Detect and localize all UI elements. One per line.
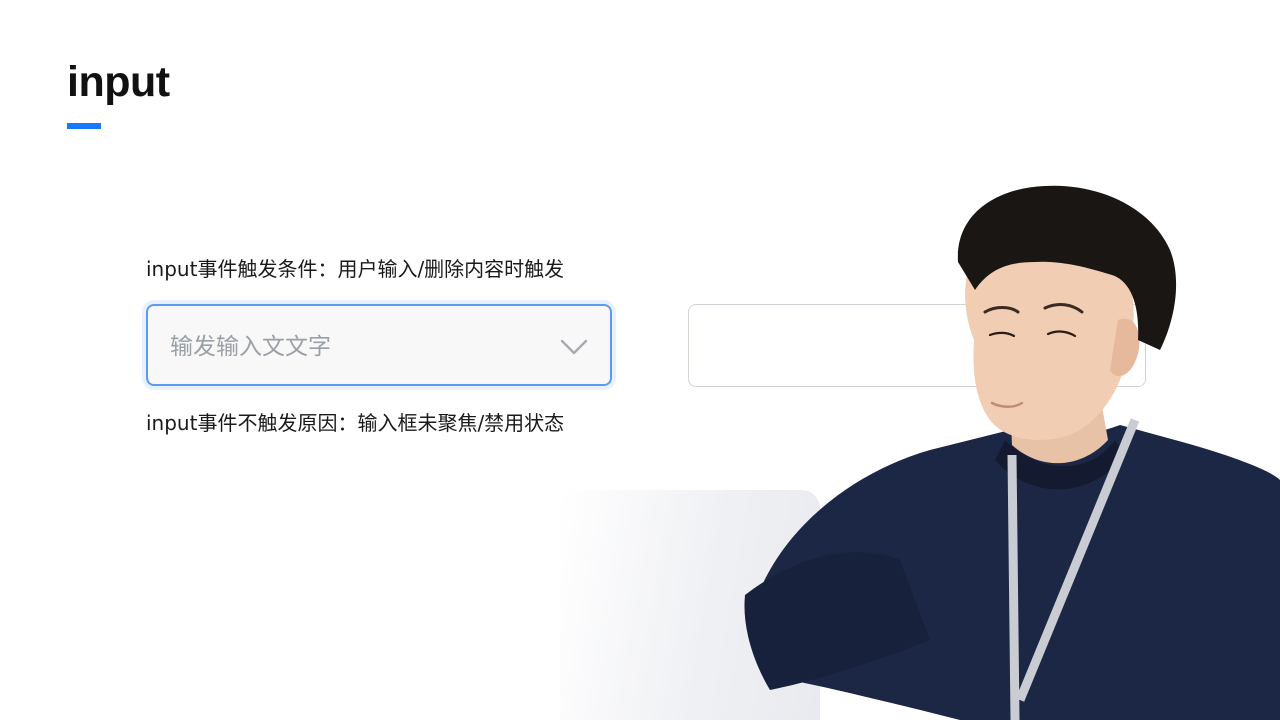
slide: input input事件触发条件：用户输入/删除内容时触发 输发输入文文字 i… bbox=[0, 0, 1280, 720]
page-title: input bbox=[67, 58, 170, 106]
trigger-caption: input事件触发条件：用户输入/删除内容时触发 bbox=[146, 257, 565, 281]
title-accent-bar bbox=[67, 123, 101, 129]
input-value: 输发输入文文字 bbox=[170, 334, 331, 360]
not-trigger-caption: input事件不触发原因：输入框未聚焦/禁用状态 bbox=[146, 411, 565, 435]
person-at-laptop-photo bbox=[744, 185, 1280, 720]
